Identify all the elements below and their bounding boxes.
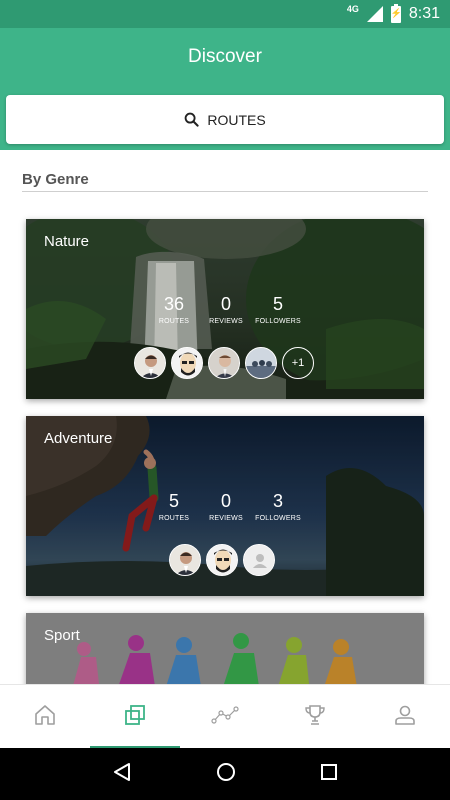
avatar[interactable] bbox=[134, 347, 166, 379]
nav-genres[interactable] bbox=[90, 685, 180, 749]
stat-reviews: 0 REVIEWS bbox=[209, 294, 243, 325]
nav-profile[interactable] bbox=[360, 685, 450, 749]
stat-followers: 5 FOLLOWERS bbox=[255, 294, 301, 325]
genre-stats: 36 ROUTES 0 REVIEWS 5 FOLLOWERS bbox=[148, 294, 304, 325]
genre-card-nature[interactable]: Nature 36 ROUTES 0 REVIEWS 5 FOLLOWERS +1 bbox=[26, 219, 424, 399]
nav-home[interactable] bbox=[0, 685, 90, 749]
default-avatar[interactable] bbox=[243, 544, 275, 576]
avatar[interactable] bbox=[169, 544, 201, 576]
avatar[interactable] bbox=[245, 347, 277, 379]
system-navigation-bar bbox=[0, 748, 450, 800]
trophy-icon bbox=[303, 703, 327, 732]
status-bar: 4G 8:31 bbox=[0, 0, 450, 28]
stat-reviews: 0 REVIEWS bbox=[209, 491, 243, 522]
battery-icon bbox=[390, 3, 402, 23]
follower-avatars bbox=[169, 544, 275, 576]
routes-search-label: ROUTES bbox=[207, 111, 266, 128]
status-time: 8:31 bbox=[408, 5, 440, 22]
stat-followers: 3 FOLLOWERS bbox=[255, 491, 301, 522]
search-icon bbox=[184, 112, 199, 127]
genre-card-sport[interactable]: Sport bbox=[26, 613, 424, 693]
home-button-icon[interactable] bbox=[215, 761, 237, 788]
back-icon[interactable] bbox=[111, 761, 133, 788]
network-type: 4G bbox=[346, 4, 359, 14]
follower-avatars: +1 bbox=[134, 347, 314, 379]
bottom-navigation bbox=[0, 684, 450, 749]
nav-achievements[interactable] bbox=[270, 685, 360, 749]
section-divider bbox=[22, 191, 428, 192]
genre-stats: 5 ROUTES 0 REVIEWS 3 FOLLOWERS bbox=[148, 491, 304, 522]
page-title: Discover bbox=[188, 46, 262, 67]
genre-title: Nature bbox=[44, 233, 90, 250]
genre-title: Adventure bbox=[44, 430, 113, 447]
more-followers-badge[interactable]: +1 bbox=[282, 347, 314, 379]
genre-card-adventure[interactable]: Adventure 5 ROUTES 0 REVIEWS 3 FOLLOWERS bbox=[26, 416, 424, 596]
recents-icon[interactable] bbox=[319, 762, 339, 787]
signal-icon bbox=[366, 6, 383, 22]
genres-icon bbox=[123, 703, 147, 732]
profile-icon bbox=[393, 703, 417, 732]
nav-routes[interactable] bbox=[180, 685, 270, 749]
card-overlay bbox=[26, 613, 424, 693]
avatar[interactable] bbox=[208, 347, 240, 379]
section-title: By Genre bbox=[22, 171, 89, 188]
routes-search-button[interactable]: ROUTES bbox=[6, 95, 444, 144]
app-bar: Discover ROUTES bbox=[0, 28, 450, 150]
stat-routes: 36 ROUTES bbox=[158, 294, 190, 325]
avatar[interactable] bbox=[206, 544, 238, 576]
route-icon bbox=[211, 705, 239, 730]
stat-routes: 5 ROUTES bbox=[158, 491, 190, 522]
avatar[interactable] bbox=[171, 347, 203, 379]
home-icon bbox=[33, 703, 57, 732]
genre-title: Sport bbox=[44, 627, 80, 644]
